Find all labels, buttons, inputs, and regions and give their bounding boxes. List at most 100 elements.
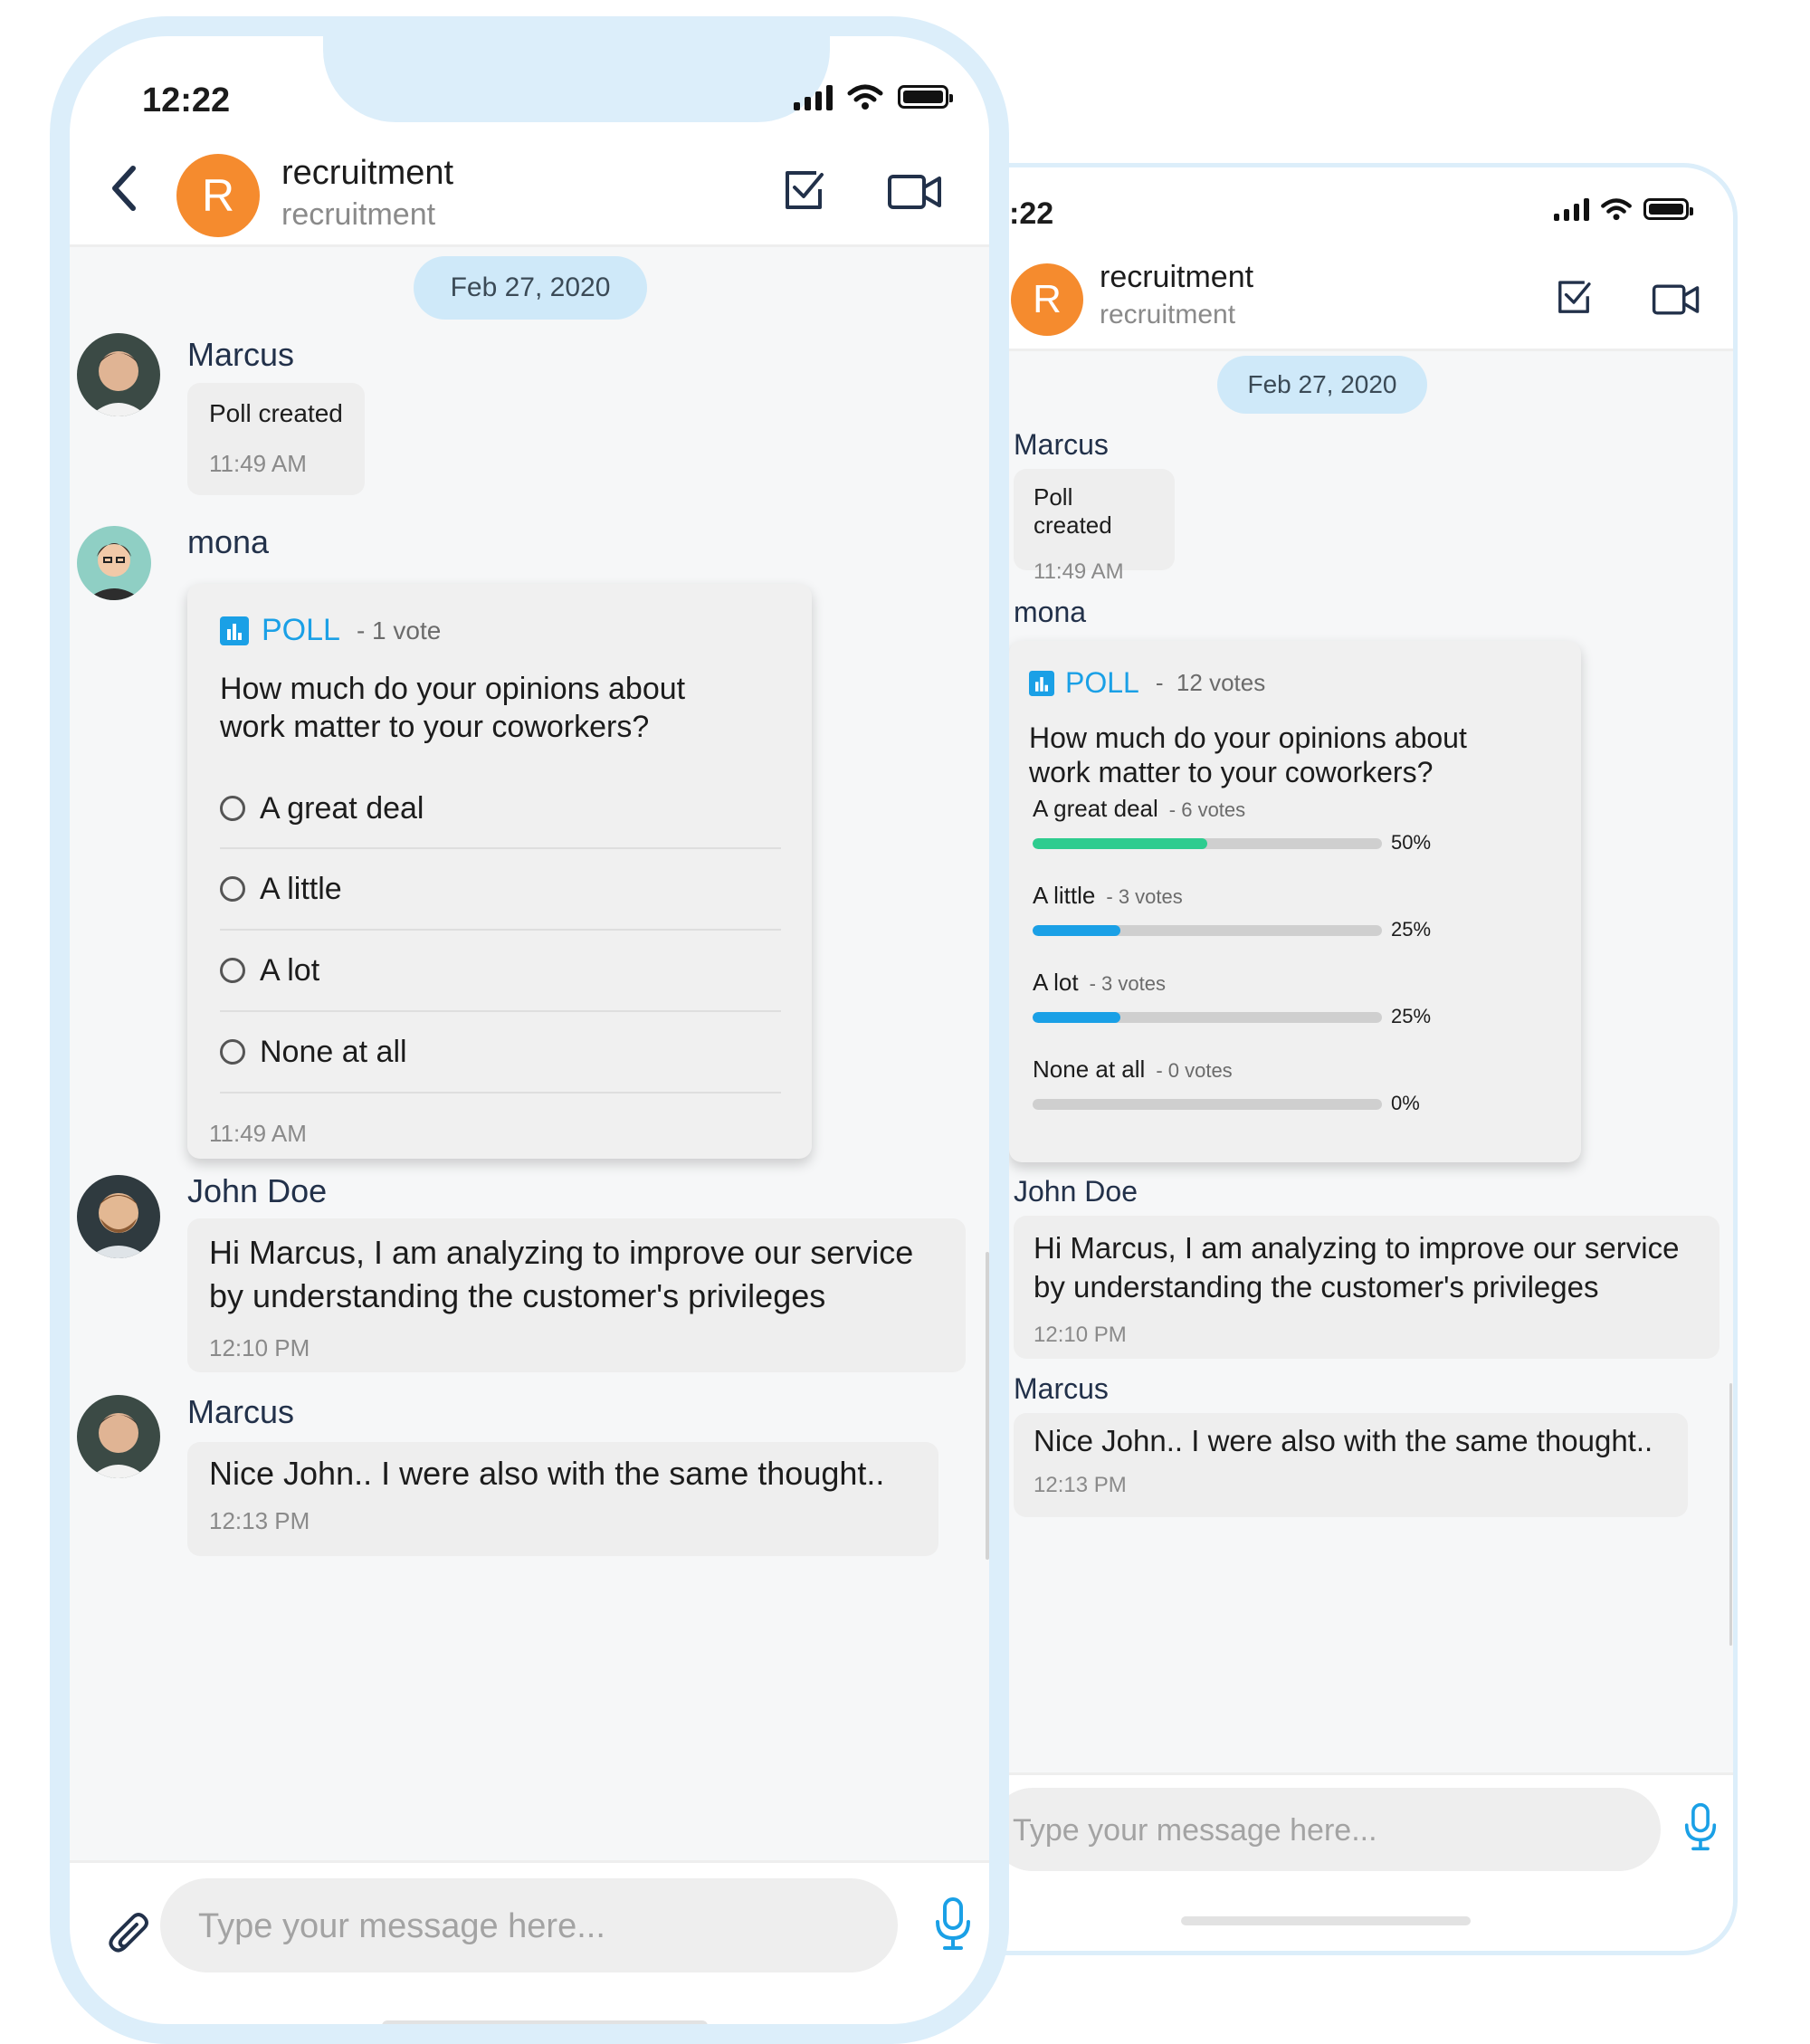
checkbox-icon[interactable] [780,167,827,215]
poll-icon [1029,670,1054,696]
date-separator: Feb 27, 2020 [1217,356,1427,414]
message-time: 12:10 PM [1034,1323,1127,1347]
message-bubble: Nice John.. I were also with the same th… [1014,1413,1688,1517]
message-text: Hi Marcus, I am analyzing to improve our… [209,1234,914,1314]
radio-button[interactable] [220,958,245,983]
poll-label: POLL [262,613,340,647]
date-separator: Feb 27, 2020 [414,256,647,320]
battery-icon [1643,198,1693,220]
poll-result-bar-fill [1033,1012,1120,1023]
poll-vote-count: - 12 votes [1155,669,1266,696]
sender-name: Marcus [1014,1372,1109,1405]
poll-result-bar [1033,838,1382,849]
poll-result-votes: - 0 votes [1156,1059,1233,1082]
poll-result-bar [1033,1012,1382,1023]
scrollbar[interactable] [986,1252,989,1560]
poll-option-label: A great deal [260,790,424,826]
radio-button[interactable] [220,1039,245,1065]
poll-result-percent: 50% [1391,831,1432,854]
poll-card: POLL - 1 vote How much do your opinions … [187,584,812,1159]
message-time: 11:49 AM [1034,559,1124,584]
group-avatar[interactable]: R [1011,263,1083,336]
poll-label: POLL [1065,666,1139,699]
message-time: 12:10 PM [209,1334,310,1361]
message-text: Nice John.. I were also with the same th… [1034,1424,1653,1457]
message-time: 12:13 PM [209,1507,310,1534]
radio-button[interactable] [220,796,245,821]
chat-area: Feb 27, 2020 Marcus Poll created 11:49 A… [70,247,989,1860]
chat-header: R recruitment recruitment [910,249,1733,351]
poll-result-bar-fill [1033,838,1207,849]
poll-option[interactable]: A lot [220,931,781,1012]
poll-result-percent: 25% [1391,1005,1432,1027]
message-bubble: Poll created 11:49 AM [187,383,365,495]
poll-result-votes: - 3 votes [1089,972,1166,995]
video-camera-icon[interactable] [887,174,943,210]
avatar-john-doe[interactable] [77,1175,160,1258]
poll-option-label: A lot [260,952,320,988]
phone-left: 12:22 R recruitment recruitment Feb 27, … [50,16,1009,2044]
poll-result-bar-fill [1033,925,1120,936]
message-text: Poll created [209,399,343,427]
chat-title: recruitment [281,154,454,192]
sender-name: Marcus [187,336,295,373]
radio-button[interactable] [220,876,245,902]
back-arrow-icon[interactable] [106,163,142,214]
poll-option[interactable]: A great deal [220,769,781,849]
group-avatar[interactable]: R [176,154,260,237]
wifi-icon [1601,198,1632,221]
poll-option-label: A little [260,871,342,906]
poll-header: POLL - 12 votes [1029,666,1265,700]
poll-result-bar [1033,925,1382,936]
poll-result-row: A little - 3 votes 25% [1033,882,1567,954]
composer-divider [70,1860,989,1863]
poll-option[interactable]: None at all [220,1012,781,1094]
home-indicator[interactable] [382,2020,708,2024]
message-bubble: Nice John.. I were also with the same th… [187,1442,938,1556]
paperclip-icon[interactable] [106,1910,157,1961]
scrollbar[interactable] [1729,1383,1732,1646]
home-indicator[interactable] [1181,1916,1471,1925]
sender-name: Marcus [187,1393,295,1430]
chat-title: recruitment [1100,260,1254,294]
status-icons [794,83,953,110]
message-bubble: Hi Marcus, I am analyzing to improve our… [1014,1216,1720,1359]
status-icons [1554,197,1693,221]
chat-subtitle: recruitment [281,197,436,232]
poll-result-label: A lot [1033,969,1079,996]
poll-result-label: A little [1033,882,1096,909]
poll-result-row: A lot - 3 votes 25% [1033,969,1567,1041]
message-time: 11:49 AM [209,450,307,477]
avatar-marcus[interactable] [77,1395,160,1478]
checkbox-icon[interactable] [1554,278,1594,318]
message-input-wrap [160,1878,898,1974]
signal-icon [794,83,833,110]
message-time: 12:13 PM [1034,1473,1127,1497]
message-input[interactable] [196,1878,865,1974]
microphone-icon[interactable] [1683,1802,1718,1851]
poll-result-votes: - 6 votes [1168,798,1246,821]
message-input[interactable] [1011,1788,1644,1873]
poll-result-percent: 25% [1391,918,1432,941]
microphone-icon[interactable] [934,1896,972,1951]
sender-name: John Doe [1014,1175,1138,1208]
poll-icon [220,616,249,645]
message-text: Nice John.. I were also with the same th… [209,1455,885,1492]
sender-name: Marcus [1014,428,1109,461]
poll-result-label: None at all [1033,1055,1146,1083]
status-time: 12:22 [142,81,231,119]
message-input-wrap [991,1788,1661,1873]
poll-option[interactable]: A little [220,849,781,931]
message-text: Poll created [1034,483,1112,539]
message-bubble: Hi Marcus, I am analyzing to improve our… [187,1218,966,1372]
video-camera-icon[interactable] [1652,283,1700,316]
poll-question: How much do your opinions about work mat… [220,672,686,744]
signal-icon [1554,197,1589,221]
wifi-icon [847,84,883,110]
sender-name: mona [1014,596,1087,628]
avatar-mona[interactable] [77,526,151,600]
avatar-marcus[interactable] [77,333,160,416]
sender-name: mona [187,523,270,560]
sender-name: John Doe [187,1172,328,1209]
chat-area: Feb 27, 2020 Marcus Poll created 11:49 A… [910,351,1733,1772]
